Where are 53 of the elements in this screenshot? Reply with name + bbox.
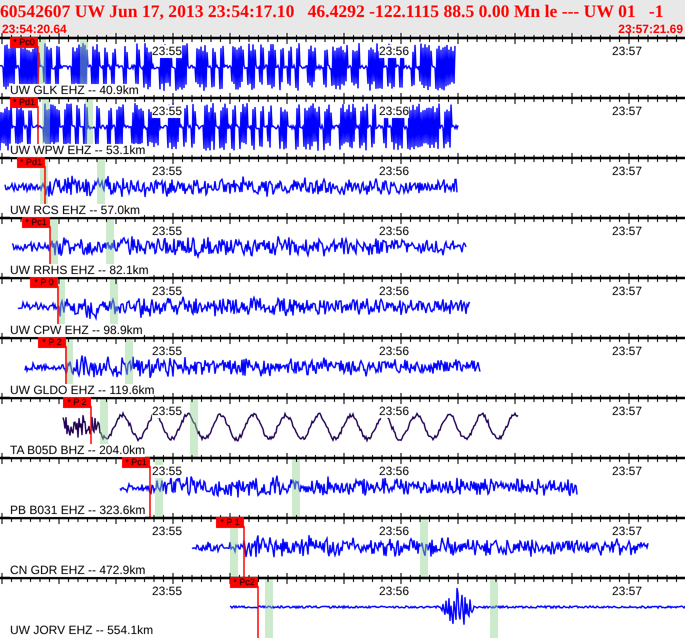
station-label: UW RCS EHZ -- 57.0km xyxy=(10,204,140,217)
time-tick-label: 23:55 xyxy=(152,285,182,298)
time-tick-label: 23:57 xyxy=(612,165,642,178)
time-tick-label: 23:55 xyxy=(152,45,182,58)
pick-label[interactable]: * P 2 xyxy=(38,337,66,348)
time-tick-label: 23:56 xyxy=(379,45,410,58)
time-tick-label: 23:55 xyxy=(152,165,182,178)
time-tick-label: 23:57 xyxy=(612,45,642,58)
time-tick-label: 23:57 xyxy=(612,105,642,118)
time-tick-label: 23:55 xyxy=(152,405,182,418)
time-tick-label: 23:56 xyxy=(379,165,410,178)
time-tick-label: 23:56 xyxy=(379,465,410,478)
time-tick-label: 23:57 xyxy=(612,405,642,418)
time-tick-label: 23:57 xyxy=(612,225,642,238)
pick-label[interactable]: * Pd1 xyxy=(17,157,45,168)
time-tick-label: 23:56 xyxy=(379,105,410,118)
time-tick-label: 23:55 xyxy=(152,465,182,478)
pick-label[interactable]: * Pd1 xyxy=(10,97,38,108)
station-label: UW RRHS EHZ -- 82.1km xyxy=(10,264,149,277)
time-tick-label: 23:55 xyxy=(152,225,182,238)
event-title: 60542607 UW Jun 17, 2013 23:54:17.10 46.4292 -122.1115 88.5 0.00 Mn le --- UW 01 -1 xyxy=(0,0,665,22)
station-label: PB B031 EHZ -- 323.6km xyxy=(10,504,146,517)
pick-label[interactable]: * Pc1 xyxy=(22,217,50,228)
station-label: CN GDR EHZ -- 472.9km xyxy=(10,564,146,577)
time-tick-label: 23:56 xyxy=(379,345,410,358)
time-tick-label: 23:56 xyxy=(379,525,410,538)
time-tick-label: 23:55 xyxy=(152,345,182,358)
time-tick-label: 23:55 xyxy=(152,105,182,118)
time-tick-label: 23:57 xyxy=(612,525,642,538)
pick-label[interactable]: * P 2 xyxy=(63,397,91,408)
time-tick-label: 23:56 xyxy=(379,405,410,418)
pick-label[interactable]: * P 1 xyxy=(216,517,244,528)
start-time: 23:54:20.64 xyxy=(2,22,67,36)
time-tick-label: 23:57 xyxy=(612,285,642,298)
pick-label[interactable]: * Pc1 xyxy=(122,457,150,468)
end-time: 23:57:21.69 xyxy=(618,22,683,36)
station-label: TA B05D BHZ -- 204.0km xyxy=(10,444,146,457)
time-tick-label: 23:57 xyxy=(612,585,642,598)
station-label: UW WPW EHZ -- 53.1km xyxy=(10,144,146,157)
time-tick-label: 23:55 xyxy=(152,525,182,538)
pick-label[interactable]: * Pc2 xyxy=(230,577,258,588)
time-tick-label: 23:55 xyxy=(152,585,182,598)
station-label: UW CPW EHZ -- 98.9km xyxy=(10,324,143,337)
time-tick-label: 23:56 xyxy=(379,285,410,298)
time-tick-label: 23:56 xyxy=(379,225,410,238)
station-label: UW JORV EHZ -- 554.1km xyxy=(10,624,154,637)
station-label: UW GLK EHZ -- 40.9km xyxy=(10,84,139,97)
time-tick-label: 23:56 xyxy=(379,585,410,598)
time-tick-label: 23:57 xyxy=(612,465,642,478)
station-label: UW GLDO EHZ -- 119.6km xyxy=(10,384,154,397)
time-tick-label: 23:57 xyxy=(612,345,642,358)
pick-label[interactable]: * P 0 xyxy=(30,277,58,288)
pick-label[interactable]: * Pc0 xyxy=(10,37,38,48)
